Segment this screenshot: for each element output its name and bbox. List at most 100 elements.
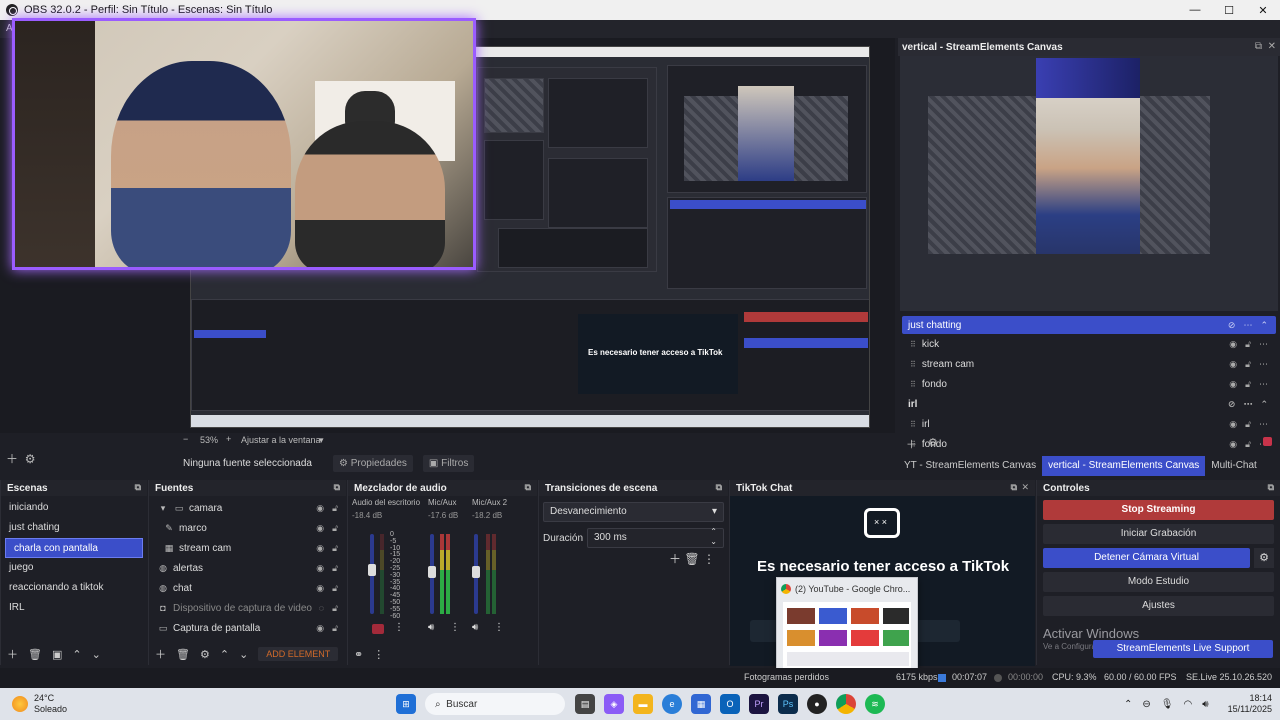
undock-icon[interactable]: ⧉ — [334, 482, 340, 493]
add-icon[interactable]: ＋ — [7, 646, 18, 662]
zoom-in-button[interactable]: + — [226, 434, 231, 444]
wifi-icon[interactable]: ◠ — [1183, 699, 1192, 710]
outlook-icon[interactable]: O — [720, 694, 740, 714]
lock-icon[interactable]: 🔓︎ — [332, 578, 338, 598]
close-icon[interactable]: ✕ — [1268, 41, 1276, 52]
more-icon[interactable]: ⋮ — [450, 622, 460, 633]
windows-start-icon[interactable]: ⊞ — [396, 694, 416, 714]
taskbar-search[interactable]: ⌕ Buscar — [425, 693, 565, 715]
add-icon[interactable]: ＋ — [906, 436, 917, 452]
eye-icon[interactable]: ◉ — [316, 498, 324, 518]
lock-icon[interactable]: 🔓︎ — [332, 518, 338, 538]
store-icon[interactable]: ▦ — [691, 694, 711, 714]
zoom-out-button[interactable]: − — [183, 434, 188, 444]
more-icon[interactable]: ⋮ — [494, 622, 504, 633]
source-item-disabled[interactable]: ◘ Dispositivo de captura de video ◌ 🔓︎ — [149, 598, 346, 618]
clock[interactable]: 18:14 15/11/2025 — [1222, 688, 1272, 720]
link-icon[interactable]: ⊘ — [1228, 399, 1236, 410]
settings-button[interactable]: Ajustes — [1043, 596, 1274, 616]
chevron-up-icon[interactable]: ⌃ — [1260, 320, 1268, 331]
eye-icon[interactable]: ◉ — [1229, 419, 1237, 430]
trash-icon[interactable]: 🗑︎ — [28, 648, 42, 661]
more-icon[interactable]: ⋯ — [1259, 359, 1268, 370]
webcam-source[interactable] — [12, 18, 476, 270]
gear-icon[interactable]: ⚙ — [25, 452, 36, 466]
source-item[interactable]: ◍ alertas ◉ 🔓︎ — [149, 558, 346, 578]
start-recording-button[interactable]: Iniciar Grabación — [1043, 524, 1274, 544]
spotify-icon[interactable]: ≋ — [865, 694, 885, 714]
lock-icon[interactable]: 🔓︎ — [332, 598, 338, 618]
chevron-up-icon[interactable]: ⌃ — [1260, 399, 1268, 410]
premiere-icon[interactable]: Pr — [749, 694, 769, 714]
lock-icon[interactable]: 🔓︎ — [332, 558, 338, 578]
close-button[interactable]: ✕ — [1246, 0, 1280, 20]
mic-icon[interactable]: 🎙︎ — [1161, 699, 1174, 710]
list-item[interactable]: ⠿ irl ◉ 🔓︎ ⋯ — [902, 414, 1276, 434]
minimize-button[interactable]: — — [1178, 0, 1212, 20]
volume-icon[interactable]: 🔊︎ — [1202, 699, 1208, 710]
mute-icon[interactable] — [372, 624, 384, 634]
more-icon[interactable]: ⋮ — [394, 622, 404, 633]
spin-icon[interactable]: ⌃ ⌄ — [710, 527, 717, 547]
lock-icon[interactable]: 🔓︎ — [1245, 359, 1251, 370]
more-icon[interactable]: ⋯ — [1259, 379, 1268, 390]
drag-handle-icon[interactable]: ⠿ — [910, 340, 916, 349]
scene-item[interactable]: reaccionando a tiktok — [1, 578, 147, 598]
maximize-button[interactable]: ☐ — [1212, 0, 1246, 20]
gear-icon[interactable]: ⚙ — [928, 436, 938, 449]
properties-button[interactable]: ⚙ Propiedades — [333, 454, 413, 472]
chevron-down-icon[interactable]: ⌄ — [92, 648, 101, 661]
source-item[interactable]: ✎ marco ◉ 🔓︎ — [149, 518, 346, 538]
add-element-button[interactable]: ADD ELEMENT — [258, 647, 339, 661]
chevron-down-icon[interactable]: ▾ — [157, 498, 169, 518]
group-irl[interactable]: irl ⊘ ⋯ ⌃ — [902, 394, 1276, 414]
vertical-canvas-preview[interactable] — [900, 56, 1278, 311]
weather-widget[interactable]: 24°C Soleado — [12, 688, 67, 720]
eye-icon[interactable]: ◉ — [316, 558, 324, 578]
undock-icon[interactable]: ⧉ — [1268, 482, 1274, 493]
filters-button[interactable]: ▣ Filtros — [422, 454, 475, 472]
slider-knob[interactable] — [368, 564, 376, 576]
link-icon[interactable]: ⊘ — [1228, 320, 1236, 331]
trash-icon[interactable]: 🗑︎ — [684, 552, 699, 566]
undock-icon[interactable]: ⧉ — [1255, 41, 1262, 52]
youtube-taskbar-preview[interactable]: (2) YouTube - Google Chro... — [776, 577, 918, 679]
copilot-icon[interactable]: ◈ — [604, 694, 624, 714]
chrome-icon[interactable] — [836, 694, 856, 714]
add-icon[interactable]: ＋ — [6, 452, 18, 466]
eye-icon[interactable]: ◉ — [316, 518, 324, 538]
chevron-up-icon[interactable]: ⌃ — [220, 648, 229, 661]
add-icon[interactable]: ＋ — [155, 646, 166, 662]
lock-icon[interactable]: 🔓︎ — [1245, 339, 1251, 350]
lock-icon[interactable]: 🔓︎ — [332, 538, 338, 558]
more-icon[interactable]: ⋯ — [1259, 339, 1268, 350]
filter-icon[interactable]: ▣ — [52, 648, 62, 661]
source-item[interactable]: ▭ Captura de pantalla ◉ 🔓︎ — [149, 618, 346, 638]
tab-yt-canvas[interactable]: YT - StreamElements Canvas — [898, 456, 1043, 476]
transition-select[interactable]: Desvanecimiento ▾ — [543, 502, 724, 522]
eye-icon[interactable]: ◉ — [316, 538, 324, 558]
gear-icon[interactable]: ⚙ — [200, 648, 210, 661]
more-icon[interactable]: ⋮ — [703, 552, 715, 566]
drag-handle-icon[interactable]: ⠿ — [910, 360, 916, 369]
add-icon[interactable]: ＋ — [669, 552, 681, 566]
list-item[interactable]: ⠿ stream cam ◉ 🔓︎ ⋯ — [902, 354, 1276, 374]
eye-icon[interactable]: ◉ — [316, 578, 324, 598]
lock-icon[interactable]: 🔓︎ — [332, 498, 338, 518]
source-item[interactable]: ▦ stream cam ◉ 🔓︎ — [149, 538, 346, 558]
zoom-mode[interactable]: Ajustar a la ventana — [241, 435, 321, 445]
lock-icon[interactable]: 🔓︎ — [1245, 379, 1251, 390]
chevron-down-icon[interactable]: ⌄ — [239, 648, 248, 661]
undock-icon[interactable]: ⧉ — [135, 482, 141, 493]
edge-icon[interactable]: e — [662, 694, 682, 714]
network-icon[interactable]: ⊖ — [1142, 699, 1150, 710]
live-support-button[interactable]: StreamElements Live Support — [1093, 640, 1273, 658]
slider-knob[interactable] — [428, 566, 436, 578]
chevron-up-icon[interactable]: ⌃ — [1124, 699, 1132, 710]
stop-virtual-camera-button[interactable]: Detener Cámara Virtual — [1043, 548, 1250, 568]
eye-icon[interactable]: ◉ — [1229, 359, 1237, 370]
link-icon[interactable]: ⚭ — [354, 648, 363, 661]
scene-item[interactable]: IRL — [1, 598, 147, 618]
scene-item-selected[interactable]: charla con pantalla — [5, 538, 143, 558]
main-preview[interactable]: Es necesario tener acceso a TikTok — [0, 18, 895, 433]
